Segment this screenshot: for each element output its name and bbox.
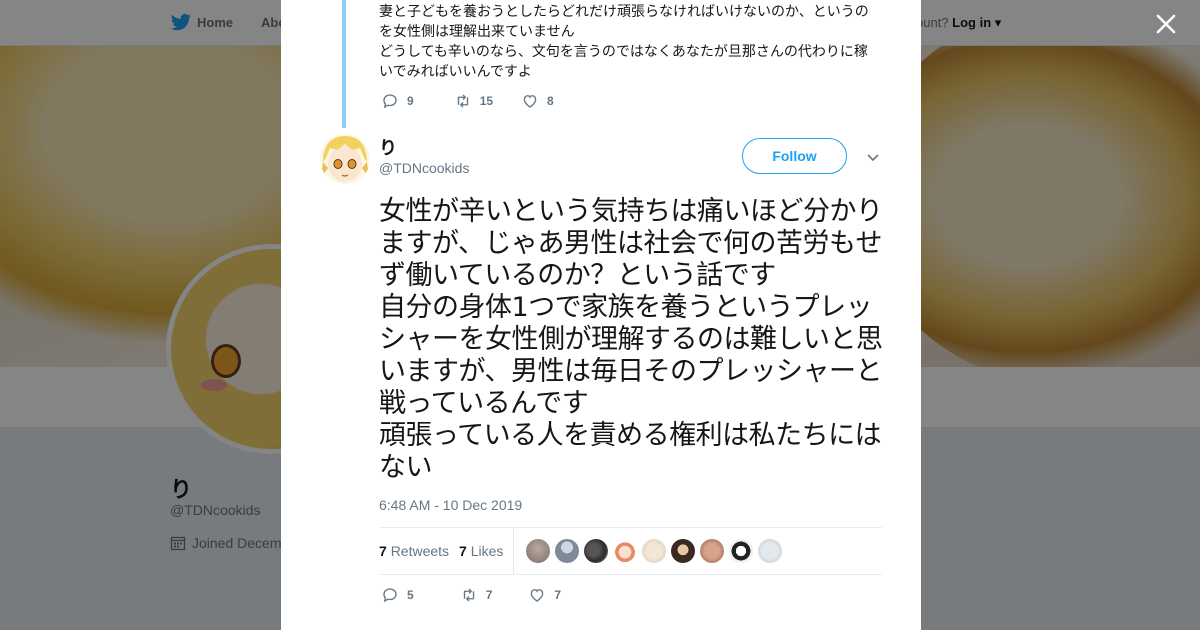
- tweet-timestamp[interactable]: 6:48 AM - 10 Dec 2019: [379, 497, 522, 513]
- retweet-count: 7: [485, 588, 493, 602]
- liker-avatar[interactable]: [758, 539, 783, 563]
- reply-button[interactable]: 5: [381, 586, 414, 604]
- reply-count: 9: [407, 94, 414, 108]
- thread-line: [342, 0, 346, 128]
- reply-count: 5: [407, 588, 414, 602]
- liker-avatar[interactable]: [729, 539, 754, 563]
- likes-label: Likes: [470, 543, 504, 559]
- liker-avatar[interactable]: [526, 539, 551, 563]
- liker-avatar[interactable]: [642, 539, 667, 563]
- like-button[interactable]: 7: [528, 586, 561, 604]
- like-button[interactable]: 8: [521, 92, 554, 110]
- retweets-stat[interactable]: 7 Retweets: [379, 543, 449, 559]
- tweet-text: 女性が辛いという気持ちは痛いほど分かりますが、じゃあ男性は社会で何の苦労もせず働…: [379, 196, 883, 483]
- retweets-label: Retweets: [390, 543, 450, 559]
- reply-icon: [383, 94, 397, 109]
- liker-avatars: [526, 539, 783, 563]
- author-avatar[interactable]: [320, 134, 370, 184]
- close-icon[interactable]: [1152, 10, 1180, 38]
- tweet-actions: 5 7 7: [381, 586, 585, 604]
- author-avatar-image: [320, 134, 370, 184]
- retweet-button[interactable]: 15: [454, 92, 493, 110]
- chevron-down-icon[interactable]: [865, 150, 881, 166]
- stats-divider: [513, 527, 515, 575]
- likes-total: 7: [459, 543, 467, 559]
- likes-stat[interactable]: 7 Likes: [459, 543, 503, 559]
- author-handle[interactable]: @TDNcookids: [379, 160, 469, 176]
- previous-tweet-actions: 9 15 8: [381, 92, 578, 110]
- tweet-modal: 妻と子どもを養おうとしたらどれだけ頑張らなければいけないのか、というのを女性側は…: [281, 0, 921, 630]
- retweet-icon: [457, 94, 468, 108]
- tweet-stats: 7 Retweets 7 Likes: [379, 527, 882, 575]
- liker-avatar[interactable]: [584, 539, 609, 563]
- heart-icon: [523, 95, 537, 108]
- heart-icon: [531, 589, 544, 602]
- previous-tweet-text: 妻と子どもを養おうとしたらどれだけ頑張らなければいけないのか、というのを女性側は…: [379, 3, 869, 79]
- retweet-icon: [463, 588, 474, 602]
- liker-avatar[interactable]: [671, 539, 696, 563]
- reply-button[interactable]: 9: [381, 92, 414, 110]
- reply-icon: [383, 588, 397, 603]
- liker-avatar[interactable]: [555, 539, 580, 563]
- retweet-button[interactable]: 7: [460, 586, 493, 604]
- like-count: 8: [547, 94, 554, 108]
- liker-avatar[interactable]: [613, 539, 638, 563]
- author-name[interactable]: り: [379, 134, 397, 160]
- retweet-count: 15: [479, 94, 494, 108]
- like-count: 7: [554, 588, 562, 602]
- retweets-total: 7: [379, 543, 387, 559]
- follow-button[interactable]: Follow: [742, 138, 847, 174]
- liker-avatar[interactable]: [700, 539, 725, 563]
